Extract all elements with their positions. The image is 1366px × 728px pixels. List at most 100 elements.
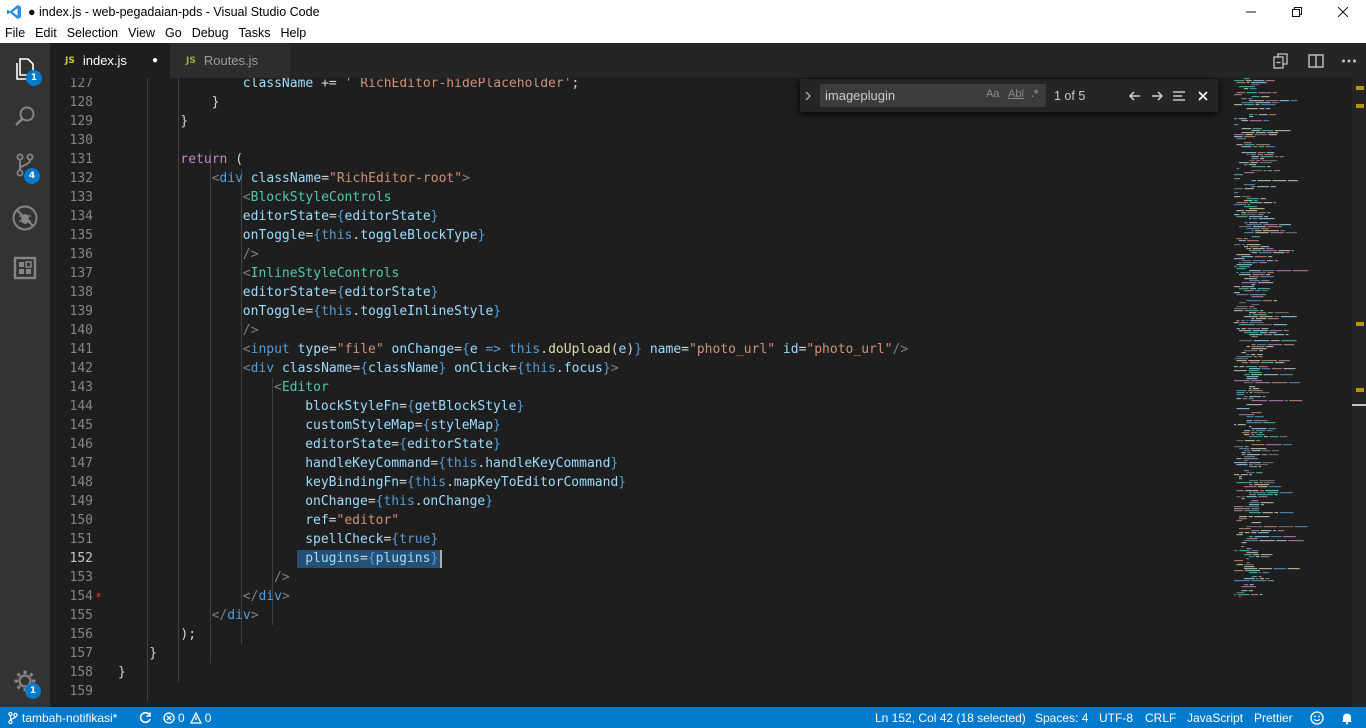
minimap-line	[1261, 360, 1278, 362]
minimap-line	[1236, 464, 1248, 466]
line-number: 154	[69, 589, 93, 604]
minimap-line	[1244, 206, 1258, 208]
minimap-line	[1250, 294, 1266, 296]
extensions-button[interactable]	[0, 244, 50, 292]
vertical-scrollbar[interactable]	[1352, 78, 1366, 707]
search-button[interactable]	[0, 93, 50, 141]
minimap-line	[1241, 260, 1252, 262]
minimap-line	[1245, 490, 1259, 492]
eol-status[interactable]: CRLF	[1145, 707, 1176, 728]
minimap-line	[1241, 282, 1257, 284]
menu-debug[interactable]: Debug	[187, 26, 234, 40]
prettier-status[interactable]: Prettier	[1254, 707, 1293, 728]
find-in-selection-button[interactable]	[1170, 87, 1188, 105]
minimap-line	[1249, 208, 1265, 210]
debug-button[interactable]	[0, 194, 50, 242]
regex-toggle[interactable]: .*	[1031, 88, 1038, 103]
line-number: 139	[69, 304, 93, 319]
minimap-line	[1249, 368, 1261, 370]
git-branch-icon	[8, 711, 18, 724]
minimap-line	[1239, 262, 1242, 264]
minimap-line	[1234, 446, 1244, 448]
minimap-line	[1273, 252, 1285, 254]
minimap-line	[1257, 288, 1271, 290]
code-editor[interactable]: 127 className += ' RichEditor-hidePlaceho…	[50, 78, 1366, 707]
minimap-line	[1234, 188, 1243, 190]
minimap-line	[1249, 480, 1258, 482]
scrollbar-marker	[1356, 104, 1364, 108]
minimap-line	[1273, 170, 1280, 172]
open-changes-button[interactable]	[1272, 43, 1290, 78]
menu-tasks[interactable]: Tasks	[234, 26, 276, 40]
minimap-line	[1251, 336, 1258, 338]
menu-view[interactable]: View	[123, 26, 160, 40]
line-number: 131	[69, 152, 93, 167]
minimap-line	[1265, 578, 1270, 580]
minimap-line	[1269, 114, 1277, 116]
minimap-line	[1244, 532, 1250, 534]
minimap-line	[1253, 356, 1258, 358]
restore-button[interactable]	[1274, 0, 1320, 23]
minimap-line	[1244, 506, 1260, 508]
minimap-line	[1250, 594, 1259, 596]
encoding-status[interactable]: UTF-8	[1099, 707, 1133, 728]
minimap-line	[1285, 400, 1288, 402]
menu-selection[interactable]: Selection	[62, 26, 123, 40]
toggle-replace-button[interactable]	[800, 79, 816, 112]
cursor-position[interactable]: Ln 152, Col 42 (18 selected)	[875, 707, 1026, 728]
minimap[interactable]	[1228, 78, 1352, 707]
previous-match-button[interactable]	[1126, 87, 1144, 105]
match-case-toggle[interactable]: Aa	[986, 88, 999, 103]
minimap-line	[1279, 100, 1290, 102]
menu-go[interactable]: Go	[160, 26, 187, 40]
branch-status[interactable]: tambah-notifikasi*	[8, 707, 117, 728]
minimap-line	[1279, 374, 1294, 376]
minimap-line	[1241, 328, 1246, 330]
minimize-button[interactable]	[1228, 0, 1274, 23]
code-line: />	[274, 570, 290, 585]
minimap-line	[1244, 136, 1256, 138]
close-find-button[interactable]	[1194, 87, 1212, 105]
unsaved-dot-icon[interactable]: ●	[152, 55, 158, 66]
minimap-line	[1246, 558, 1249, 560]
close-window-button[interactable]	[1320, 0, 1366, 23]
sync-button[interactable]	[139, 707, 152, 728]
split-editor-button[interactable]	[1307, 43, 1325, 78]
minimap-line	[1259, 350, 1263, 352]
minimap-line	[1240, 322, 1248, 324]
indentation-status[interactable]: Spaces: 4	[1035, 707, 1088, 728]
menu-edit[interactable]: Edit	[30, 26, 62, 40]
menu-help[interactable]: Help	[276, 26, 312, 40]
problems-status[interactable]: 0 0	[163, 707, 211, 728]
manage-button[interactable]: 1	[0, 657, 50, 705]
more-actions-button[interactable]	[1340, 43, 1358, 78]
menu-file[interactable]: File	[0, 26, 30, 40]
explorer-button[interactable]: 1	[0, 45, 50, 93]
minimap-line	[1274, 260, 1279, 262]
minimap-line	[1236, 238, 1243, 240]
tab-index-js[interactable]: JS index.js ●	[50, 43, 170, 78]
minimap-line	[1244, 456, 1256, 458]
minimap-line	[1251, 530, 1260, 532]
minimap-line	[1251, 304, 1260, 306]
minimap-line	[1234, 310, 1243, 312]
minimap-line	[1249, 484, 1253, 486]
language-mode[interactable]: JavaScript	[1187, 707, 1243, 728]
minimap-line	[1279, 156, 1284, 158]
minimap-line	[1258, 366, 1268, 368]
next-match-button[interactable]	[1148, 87, 1166, 105]
feedback-button[interactable]	[1310, 707, 1324, 728]
minimap-line	[1265, 146, 1275, 148]
notifications-button[interactable]	[1340, 707, 1354, 728]
code-line: return (	[180, 152, 244, 167]
source-control-button[interactable]: 4	[0, 141, 50, 189]
minimap-line	[1267, 312, 1273, 314]
minimap-line	[1246, 82, 1250, 84]
whole-word-toggle[interactable]: Abl	[1008, 88, 1024, 103]
chevron-right-icon	[805, 91, 811, 100]
minimap-line	[1234, 80, 1245, 82]
minimap-line	[1248, 516, 1253, 518]
tab-routes-js[interactable]: JS Routes.js	[170, 43, 290, 78]
minimap-line	[1278, 526, 1294, 528]
line-number: 129	[69, 114, 93, 129]
